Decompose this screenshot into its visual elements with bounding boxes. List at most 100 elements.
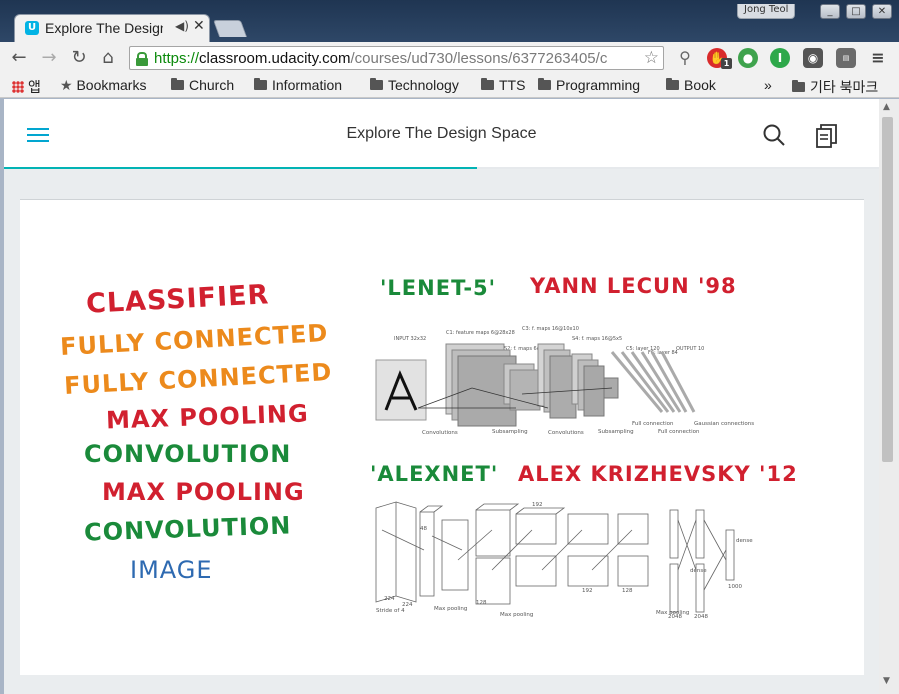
alexnet-size-label: 2048 <box>668 614 682 620</box>
stack-layer-label: CONVOLUTION <box>84 440 292 468</box>
profile-name[interactable]: Jong Teol <box>737 4 796 19</box>
bookmarks-overflow-button[interactable]: » <box>764 77 772 93</box>
stack-layer-label: CLASSIFIER <box>85 279 271 320</box>
url-text[interactable]: https://classroom.udacity.com/courses/ud… <box>154 50 642 67</box>
lenet-bottom-label: Gaussian connections <box>694 421 754 427</box>
address-bar[interactable]: https://classroom.udacity.com/courses/ud… <box>129 46 664 70</box>
scroll-down-arrow-icon[interactable]: ▼ <box>883 676 890 686</box>
alexnet-size-label: 192 <box>532 502 543 508</box>
alexnet-name-caption: 'ALEXNET' <box>370 462 499 486</box>
alexnet-size-label: 224 <box>402 602 413 608</box>
tab-active[interactable]: U Explore The Design Space ◀) ✕ <box>14 14 210 42</box>
lenet-label-output: OUTPUT 10 <box>676 346 704 352</box>
bookmark-folder-technology[interactable]: Technology <box>370 77 459 93</box>
stack-layer-label: FULLY CONNECTED <box>59 318 329 362</box>
lenet-author-caption: YANN LECUN '98 <box>530 274 737 298</box>
udacity-favicon-icon: U <box>25 21 39 35</box>
browser-titlebar: U Explore The Design Space ◀) ✕ Jong Teo… <box>0 0 899 42</box>
alexnet-diagram: Stride of 4 Max pooling Max pooling Max … <box>375 501 753 620</box>
folder-icon <box>254 78 267 90</box>
close-tab-icon[interactable]: ✕ <box>193 18 205 34</box>
folder-icon <box>792 80 805 92</box>
lenet-label-c1: C1: feature maps 6@28x28 <box>446 330 515 336</box>
alexnet-size-label: 128 <box>476 600 487 606</box>
extension-badge: 1 <box>721 58 732 69</box>
stack-layer-label: CONVOLUTION <box>83 511 292 547</box>
home-icon[interactable]: ⌂ <box>97 47 119 69</box>
bookmark-star-icon[interactable]: ☆ <box>644 48 659 68</box>
bookmark-folder-church[interactable]: Church <box>171 77 234 93</box>
back-icon[interactable]: ← <box>8 47 30 69</box>
lenet-bottom-label: Subsampling <box>492 429 528 435</box>
netflix-extension-icon[interactable]: ▤ <box>836 48 856 68</box>
speaker-icon[interactable]: ◀) <box>175 19 189 33</box>
lesson-progress-bar <box>4 167 879 169</box>
lenet-label-c3: C3: f. maps 16@10x10 <box>522 326 579 332</box>
star-icon: ★ <box>60 77 73 93</box>
scroll-up-arrow-icon[interactable]: ▲ <box>883 102 890 112</box>
forward-icon[interactable]: → <box>38 47 60 69</box>
minimize-button[interactable]: _ <box>820 4 840 19</box>
tab-title: Explore The Design Space <box>45 20 163 36</box>
folder-icon <box>481 78 494 90</box>
bookmarks-bar: 앱 ★ Bookmarks Church Information Technol… <box>0 74 899 98</box>
lenet-label-s4: S4: f. maps 16@5x5 <box>572 336 622 342</box>
lenet-bottom-label: Subsampling <box>598 429 634 435</box>
new-tab-button[interactable] <box>212 20 248 37</box>
lesson-progress-fill <box>4 167 477 169</box>
close-window-button[interactable]: ✕ <box>872 4 892 19</box>
page-title: Explore The Design Space <box>346 125 537 142</box>
alexnet-size-label: 2048 <box>694 614 708 620</box>
alexnet-maxpool-label: Max pooling <box>500 612 533 618</box>
classroom-header: Explore The Design Space <box>4 99 879 169</box>
alexnet-size-label: 224 <box>384 596 395 602</box>
bookmark-folder-book[interactable]: Book <box>666 77 716 93</box>
reload-icon[interactable]: ↻ <box>68 47 90 69</box>
lenet-bottom-label: Full connection <box>658 429 700 435</box>
alexnet-author-caption: ALEX KRIZHEVSKY '12 <box>518 462 798 486</box>
alexnet-dense-label: dense <box>736 538 753 544</box>
bookmarks-folder[interactable]: ★ Bookmarks <box>60 77 146 94</box>
magnifier-extension-icon[interactable]: ⚲ <box>675 48 695 68</box>
url-host: classroom.udacity.com <box>199 50 351 67</box>
page-viewport: Explore The Design Space CLASSIFIER FULL… <box>4 99 879 694</box>
chrome-menu-icon[interactable]: ≡ <box>868 48 888 68</box>
alexnet-dense-label: dense <box>690 568 707 574</box>
stack-layer-label: MAX POOLING <box>105 399 310 435</box>
alexnet-size-label: 1000 <box>728 584 742 590</box>
evernote-extension-icon[interactable]: ● <box>738 48 758 68</box>
lock-icon <box>136 52 148 66</box>
folder-icon <box>538 78 551 90</box>
alexnet-size-label: 48 <box>420 526 427 532</box>
video-slide[interactable]: CLASSIFIER FULLY CONNECTED FULLY CONNECT… <box>20 199 864 675</box>
lenet-bottom-label: Full connection <box>632 421 674 427</box>
alexnet-maxpool-label: Max pooling <box>434 606 467 612</box>
bookmark-folder-programming[interactable]: Programming <box>538 77 640 93</box>
screenshot-extension-icon[interactable]: ◉ <box>803 48 823 68</box>
apps-shortcut[interactable]: 앱 <box>12 77 41 97</box>
search-icon[interactable] <box>763 124 785 146</box>
maximize-button[interactable]: □ <box>846 4 866 19</box>
stack-layer-label: FULLY CONNECTED <box>63 357 333 401</box>
folder-icon <box>171 78 184 90</box>
bookmark-folder-information[interactable]: Information <box>254 77 342 93</box>
bookmark-folder-tts[interactable]: TTS <box>481 77 525 93</box>
lenet-diagram: INPUT 32x32 C1: feature maps 6@28x28 S2:… <box>375 326 754 436</box>
alexnet-stride-label: Stride of 4 <box>376 608 405 614</box>
stack-layer-label: MAX POOLING <box>102 478 305 506</box>
alexnet-size-label: 192 <box>582 588 593 594</box>
alexnet-size-label: 128 <box>622 588 633 594</box>
notes-icon[interactable] <box>816 124 838 148</box>
lenet-name-caption: 'LENET-5' <box>380 276 497 300</box>
page-scrollbar[interactable]: ▲ ▼ <box>879 99 899 694</box>
apps-grid-icon <box>12 81 24 93</box>
pushbullet-extension-icon[interactable]: I <box>770 48 790 68</box>
lenet-bottom-label: Convolutions <box>548 430 584 436</box>
browser-toolbar: ← → ↻ ⌂ https://classroom.udacity.com/co… <box>0 42 899 74</box>
lenet-bottom-label: Convolutions <box>422 430 458 436</box>
url-scheme: https:// <box>154 50 200 67</box>
other-bookmarks-folder[interactable]: 기타 북마크 <box>792 77 878 97</box>
scroll-thumb[interactable] <box>882 117 893 462</box>
folder-icon <box>370 78 383 90</box>
stack-layer-label: IMAGE <box>130 556 213 584</box>
